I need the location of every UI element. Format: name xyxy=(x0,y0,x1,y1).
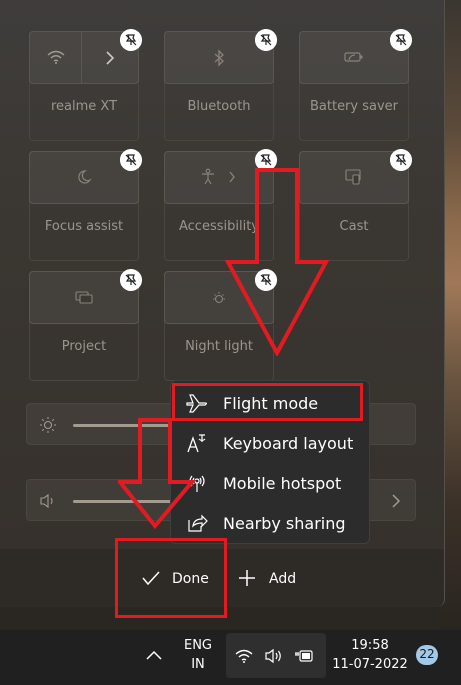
language-line2: IN xyxy=(191,657,205,672)
tile-label-focus-assist: Focus assist xyxy=(44,219,124,234)
tile-label-wifi: realme XT xyxy=(50,99,118,114)
cast-icon xyxy=(345,169,361,185)
battery-saver-icon xyxy=(344,52,363,62)
tile-label-project: Project xyxy=(61,339,107,354)
menu-label-nearby-sharing: Nearby sharing xyxy=(223,514,346,533)
accessibility-icon xyxy=(202,168,214,185)
tile-label-bluetooth: Bluetooth xyxy=(187,99,251,114)
system-tray-quick-settings[interactable] xyxy=(226,633,326,678)
unpin-icon[interactable] xyxy=(120,269,142,291)
project-icon xyxy=(75,291,93,304)
notification-badge[interactable]: 22 xyxy=(416,645,438,665)
battery-charging-icon xyxy=(295,650,313,662)
clock[interactable]: 19:58 11-07-2022 xyxy=(330,636,410,676)
unpin-icon[interactable] xyxy=(390,149,412,171)
wifi-icon xyxy=(47,50,65,64)
menu-item-keyboard-layout[interactable]: Keyboard layout xyxy=(171,423,369,463)
volume-icon xyxy=(40,493,53,509)
menu-item-nearby-sharing[interactable]: Nearby sharing xyxy=(171,503,369,543)
unpin-icon[interactable] xyxy=(390,29,412,51)
chevron-right-icon[interactable] xyxy=(391,494,401,508)
unpin-icon[interactable] xyxy=(120,149,142,171)
wifi-icon xyxy=(235,649,253,663)
annotation-highlight-flight-mode xyxy=(172,383,363,421)
annotation-arrow-down-icon xyxy=(224,168,330,356)
menu-item-mobile-hotspot[interactable]: Mobile hotspot xyxy=(171,463,369,503)
annotation-highlight-done xyxy=(115,538,227,618)
moon-icon xyxy=(78,170,92,184)
add-label: Add xyxy=(269,571,297,587)
clock-date: 11-07-2022 xyxy=(332,657,408,672)
language-indicator[interactable]: ENG IN xyxy=(178,638,218,678)
bluetooth-icon xyxy=(214,49,224,67)
clock-time: 19:58 xyxy=(351,638,389,653)
plus-icon xyxy=(239,570,255,586)
notification-count: 22 xyxy=(419,647,435,661)
taskbar: ENG IN 19:58 11-07-2022 22 xyxy=(0,630,461,685)
volume-icon xyxy=(265,648,281,664)
add-button[interactable]: Add xyxy=(232,561,312,597)
chevron-up-icon[interactable] xyxy=(146,650,162,660)
annotation-arrow-down-icon xyxy=(118,418,196,530)
menu-label-keyboard-layout: Keyboard layout xyxy=(223,434,354,453)
brightness-icon xyxy=(40,417,56,433)
chevron-right-icon[interactable] xyxy=(105,51,115,65)
unpin-icon[interactable] xyxy=(120,29,142,51)
menu-label-mobile-hotspot: Mobile hotspot xyxy=(223,474,342,493)
tile-label-battery-saver: Battery saver xyxy=(309,99,399,114)
unpin-icon[interactable] xyxy=(255,29,277,51)
language-line1: ENG xyxy=(183,638,212,653)
